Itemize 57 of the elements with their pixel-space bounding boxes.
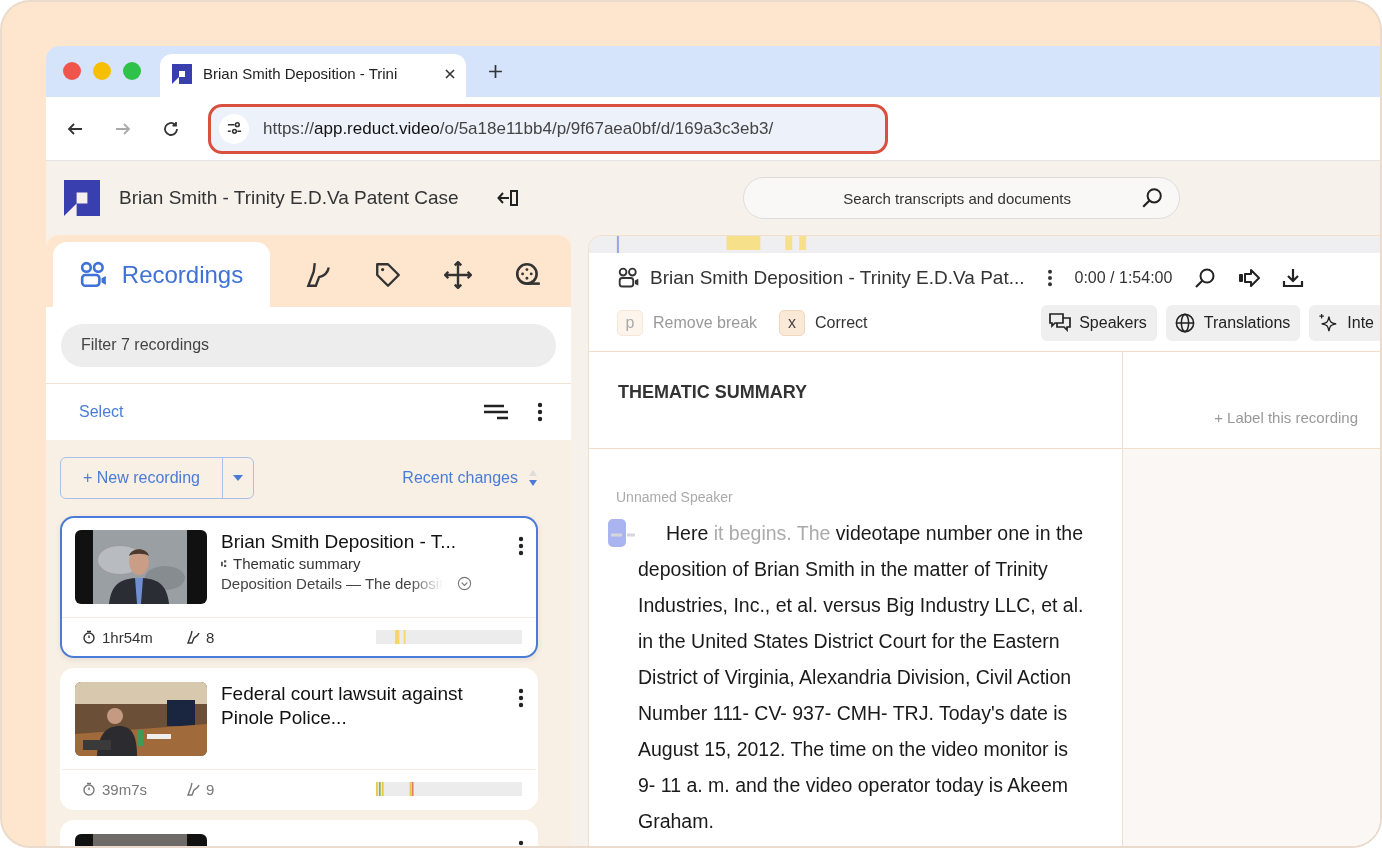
sort-arrows-icon[interactable] [528,469,538,487]
browser-tab[interactable]: Brian Smith Deposition - Trini [160,54,466,97]
people-camera-icon [79,260,108,289]
recording-title: Federal court lawsuit against Pinole Police... [221,682,464,730]
tag-icon [374,260,402,289]
duration: 1hr54m [102,628,154,646]
recording-title: Brian Smith Deposition - Trinity E.D.Va Pat... [650,267,1025,289]
summary-icon [221,558,227,569]
speaker-name: Unnamed Speaker [616,489,734,505]
highlight-count: 9 [206,780,215,798]
recording-title: Brian Smith Deposition - T... [221,530,458,554]
highlighter-icon [304,260,332,289]
reload-icon[interactable] [162,119,180,138]
expand-icon[interactable] [457,576,473,591]
download-icon[interactable] [1282,267,1305,289]
transcript-paragraph: Here it begins. The videotape number one in the deposition of Brian Smith in the matter of Trinity Industries, Inc., et al. versus Big Industry LLC, et al. in the United States District Court for the Eastern District of Virginia, Alexandria Division, Civil Action Number 111- CV- 937- CMH- TRJ. Today's date is August 15, 2012. The time on the video monitor is 9- 11 a. m. and the video operator today is Akeem Graham. [638,521,1084,834]
stopwatch-icon [82,782,96,796]
stopwatch-icon [82,630,96,644]
sidebar-tab[interactable]: Recordings [53,242,270,307]
globe-icon [1173,313,1196,333]
highlighter-icon [186,782,200,796]
shortcut-key: p [617,310,643,336]
site-settings-icon[interactable] [225,120,243,137]
playback-time: 0:00 / 1:54:00 [1074,269,1173,287]
search-icon[interactable] [1194,267,1217,289]
shortcut-label[interactable]: Correct [815,314,868,332]
move-arrows-icon [444,260,472,289]
shortcut-key: x [779,310,806,336]
logo-icon [64,180,100,216]
toolbar-button[interactable]: Inte [1309,305,1380,341]
tab-title: Brian Smith Deposition - Trini [203,65,399,82]
duration: 39m7s [102,780,149,798]
filter-field[interactable]: Filter 7 recordings [61,323,556,367]
toolbar-button[interactable]: Speakers [1041,305,1157,341]
speech-bubbles-icon [1049,313,1072,333]
share-arrow-icon[interactable] [1238,267,1261,289]
project-title: Brian Smith - Trinity E.D.Va Patent Case [119,187,459,209]
summary-label: Thematic summary [233,555,361,572]
new-tab-icon[interactable] [488,64,503,79]
sort-dropdown[interactable]: Recent changes [402,469,518,487]
list-view-icon[interactable] [483,402,509,422]
section-heading: THEMATIC SUMMARY [618,382,807,402]
collapse-sidebar-icon[interactable] [496,188,521,208]
playhead-marker-icon [608,519,636,547]
logo-icon [172,63,192,84]
recording-card[interactable]: Federal court lawsuit against Pinole Police... 39m7s 9 [60,668,538,810]
close-window-button[interactable] [63,62,81,80]
toolbar-button[interactable]: Translations [1165,305,1301,341]
search-field[interactable]: Search transcripts and documents [742,177,1180,219]
close-icon[interactable] [444,67,456,80]
people-camera-icon [618,267,640,289]
address-bar[interactable]: https://app.reduct.video/o/5a18e11bb4/p/9f67aea0bf/d/169a3c3eb3/ [208,103,888,154]
highlight-count: 8 [206,628,215,646]
caret-icon [231,474,244,482]
search-icon[interactable] [1140,187,1163,209]
highlighter-icon [186,630,200,644]
url-text: https://app.reduct.video/o/5a18e11bb4/p/9f67aea0bf/d/169a3c3eb3/ [263,118,774,139]
